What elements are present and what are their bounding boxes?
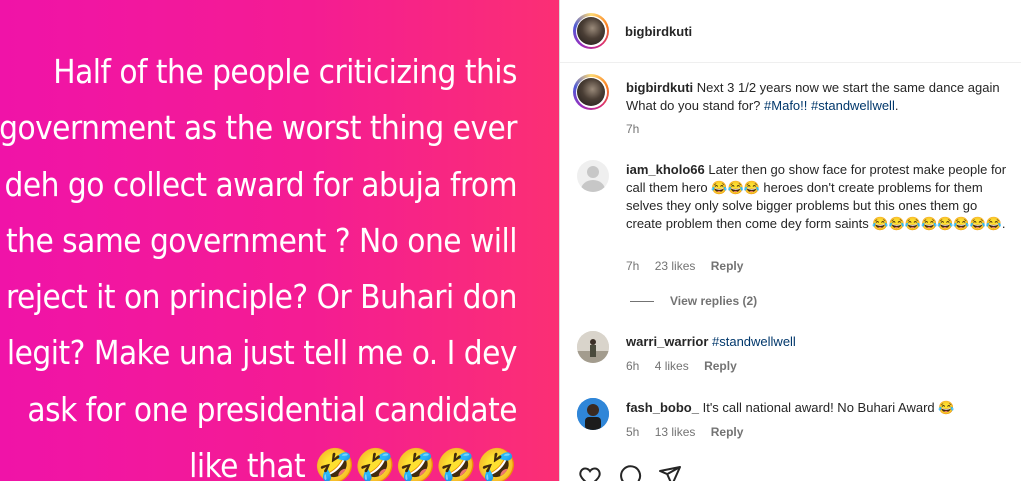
header-username[interactable]: bigbirdkuti xyxy=(625,24,692,39)
comment-3-meta: 5h 13 likes Reply xyxy=(626,425,755,439)
author-avatar-photo xyxy=(577,17,605,45)
comment-3-time: 5h xyxy=(626,425,640,439)
warri-avatar-photo xyxy=(577,331,609,363)
comment-1-likes[interactable]: 23 likes xyxy=(655,259,696,273)
comment-3-likes[interactable]: 13 likes xyxy=(655,425,696,439)
caption-meta: 7h xyxy=(626,122,651,136)
comment-3-text: It's call national award! No Buhari Awar… xyxy=(702,400,955,415)
caption-text-line1: Next 3 1/2 years now we start the same d… xyxy=(696,80,1000,95)
hashtag-mafo[interactable]: #Mafo!! xyxy=(764,98,807,113)
comment-1-meta: 7h 23 likes Reply xyxy=(626,259,755,273)
comment-2-likes[interactable]: 4 likes xyxy=(655,359,689,373)
caption-avatar[interactable] xyxy=(573,74,609,110)
comment-3-reply-button[interactable]: Reply xyxy=(711,425,744,439)
view-replies-line xyxy=(630,300,654,302)
post-image-text: Half of the people criticizing this gove… xyxy=(0,52,518,481)
share-icon[interactable] xyxy=(658,464,682,481)
post-header: bigbirdkuti xyxy=(560,0,1021,63)
post-actions xyxy=(578,464,682,481)
comment-3-username[interactable]: fash_bobo_ xyxy=(626,400,699,415)
caption-text-line2: What do you stand for? xyxy=(626,98,765,113)
caption-avatar-photo xyxy=(577,78,605,106)
post-side-panel: bigbirdkuti bigbirdkuti Next 3 1/2 years… xyxy=(560,0,1021,481)
caption-time: 7h xyxy=(626,122,640,136)
comment-1-time: 7h xyxy=(626,259,640,273)
commenter-avatar-1[interactable] xyxy=(577,160,609,192)
comment-2: warri_warrior #standwellwell xyxy=(626,333,1016,351)
comment-2-reply-button[interactable]: Reply xyxy=(704,359,737,373)
fash-avatar-photo xyxy=(577,398,609,430)
view-replies-button[interactable]: View replies (2) xyxy=(630,294,757,308)
view-replies-label: View replies (2) xyxy=(670,294,758,308)
comment-2-time: 6h xyxy=(626,359,640,373)
comment-2-meta: 6h 4 likes Reply xyxy=(626,359,749,373)
comment-3: fash_bobo_ It's call national award! No … xyxy=(626,399,1016,417)
comment-1-username[interactable]: iam_kholo66 xyxy=(626,162,705,177)
default-avatar-body xyxy=(581,180,605,192)
caption: bigbirdkuti Next 3 1/2 years now we star… xyxy=(626,80,1000,113)
post-image[interactable]: Half of the people criticizing this gove… xyxy=(0,0,559,481)
author-avatar[interactable] xyxy=(573,13,609,49)
comment-1-reply-button[interactable]: Reply xyxy=(711,259,744,273)
heart-icon[interactable] xyxy=(578,464,602,481)
commenter-avatar-2[interactable] xyxy=(577,331,609,363)
default-avatar-head xyxy=(587,166,599,178)
comment-1: iam_kholo66 Later then go show face for … xyxy=(626,161,1016,233)
comment-2-hashtag[interactable]: #standwellwell xyxy=(712,334,796,349)
caption-username[interactable]: bigbirdkuti xyxy=(626,80,693,95)
hashtag-standwellwell[interactable]: #standwellwell xyxy=(811,98,895,113)
commenter-avatar-3[interactable] xyxy=(577,398,609,430)
comment-2-username[interactable]: warri_warrior xyxy=(626,334,708,349)
comment-icon[interactable] xyxy=(618,464,642,481)
